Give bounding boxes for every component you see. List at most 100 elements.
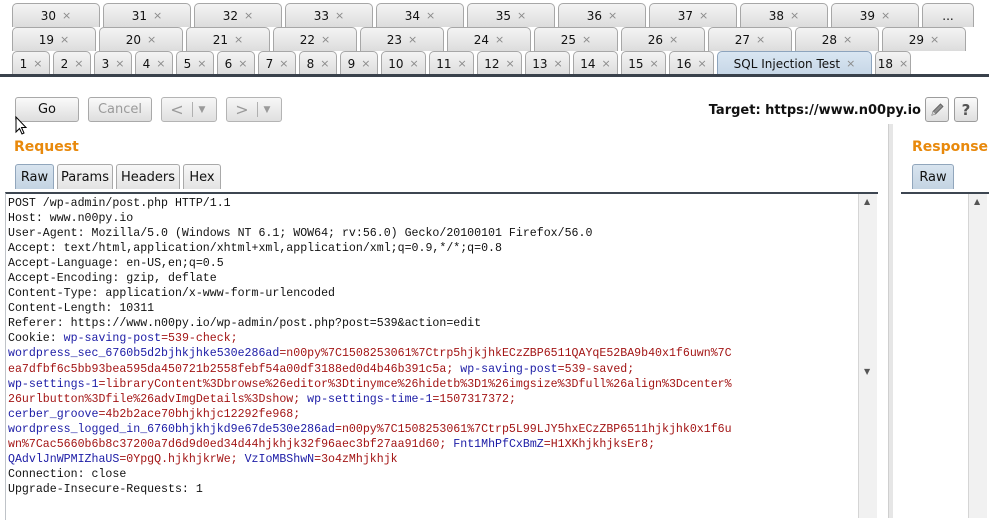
tab-13[interactable]: 13 ×: [525, 51, 570, 75]
tab-21[interactable]: 21 ×: [186, 27, 270, 51]
close-icon[interactable]: ×: [153, 9, 162, 22]
tab-label: 14: [580, 56, 596, 71]
tab-38[interactable]: 38 ×: [740, 3, 828, 27]
request-tab-headers[interactable]: Headers: [116, 164, 180, 189]
close-icon[interactable]: ×: [756, 33, 765, 46]
tab-29[interactable]: 29 ×: [882, 27, 966, 51]
tab-7[interactable]: 7 ×: [258, 51, 296, 75]
tab-19[interactable]: 19 ×: [12, 27, 96, 51]
help-button[interactable]: ?: [954, 97, 978, 122]
tab-30[interactable]: 30 ×: [12, 3, 100, 27]
tab-22[interactable]: 22 ×: [273, 27, 357, 51]
tab-3[interactable]: 3 ×: [94, 51, 132, 75]
close-icon[interactable]: ×: [582, 33, 591, 46]
tab-9[interactable]: 9 ×: [340, 51, 378, 75]
response-tab-raw[interactable]: Raw: [912, 164, 954, 189]
request-editor[interactable]: POST /wp-admin/post.php HTTP/1.1 Host: ww…: [5, 192, 878, 520]
close-icon[interactable]: ×: [669, 33, 678, 46]
close-icon[interactable]: ×: [408, 33, 417, 46]
close-icon[interactable]: ×: [554, 57, 563, 70]
tab-37[interactable]: 37 ×: [649, 3, 737, 27]
tab-4[interactable]: 4 ×: [135, 51, 173, 75]
close-icon[interactable]: ×: [156, 57, 165, 70]
forward-history-button[interactable]: > ▼: [226, 97, 282, 122]
tab-34[interactable]: 34 ×: [376, 3, 464, 27]
close-icon[interactable]: ×: [147, 33, 156, 46]
close-icon[interactable]: ×: [698, 57, 707, 70]
close-icon[interactable]: ×: [930, 33, 939, 46]
tab-27[interactable]: 27 ×: [708, 27, 792, 51]
tab-20[interactable]: 20 ×: [99, 27, 183, 51]
pane-splitter[interactable]: [888, 124, 893, 518]
close-icon[interactable]: ×: [602, 57, 611, 70]
chevron-down-icon[interactable]: ▼: [193, 105, 211, 115]
close-icon[interactable]: ×: [506, 57, 515, 70]
tab-28[interactable]: 28 ×: [795, 27, 879, 51]
close-icon[interactable]: ×: [321, 33, 330, 46]
close-icon[interactable]: ×: [62, 9, 71, 22]
tab-2[interactable]: 2 ×: [53, 51, 91, 75]
tab-33[interactable]: 33 ×: [285, 3, 373, 27]
close-icon[interactable]: ×: [335, 9, 344, 22]
tab-36[interactable]: 36 ×: [558, 3, 646, 27]
tab-24[interactable]: 24 ×: [447, 27, 531, 51]
tab-5[interactable]: 5 ×: [176, 51, 214, 75]
tab-sql-injection-test[interactable]: SQL Injection Test ×: [717, 51, 872, 75]
request-scrollbar[interactable]: ▲ ▼: [858, 194, 877, 518]
close-icon[interactable]: ×: [608, 9, 617, 22]
request-tab-params[interactable]: Params: [57, 164, 113, 189]
tab-32[interactable]: 32 ×: [194, 3, 282, 27]
close-icon[interactable]: ×: [458, 57, 467, 70]
close-icon[interactable]: ×: [74, 57, 83, 70]
scroll-down-icon[interactable]: ▼: [864, 367, 870, 376]
scroll-up-icon[interactable]: ▲: [864, 197, 870, 206]
close-icon[interactable]: ×: [33, 57, 42, 70]
tab-15[interactable]: 15 ×: [621, 51, 666, 75]
edit-target-button[interactable]: [925, 97, 949, 122]
close-icon[interactable]: ×: [495, 33, 504, 46]
tab-11[interactable]: 11 ×: [429, 51, 474, 75]
close-icon[interactable]: ×: [410, 57, 419, 70]
tab-39[interactable]: 39 ×: [831, 3, 919, 27]
close-icon[interactable]: ×: [517, 9, 526, 22]
close-icon[interactable]: ×: [650, 57, 659, 70]
scroll-up-icon[interactable]: ▲: [974, 197, 980, 206]
close-icon[interactable]: ×: [234, 33, 243, 46]
request-tab-hex[interactable]: Hex: [183, 164, 221, 189]
close-icon[interactable]: ×: [899, 57, 908, 70]
back-history-button[interactable]: < ▼: [161, 97, 217, 122]
close-icon[interactable]: ×: [320, 57, 329, 70]
tab-10[interactable]: 10 ×: [381, 51, 426, 75]
close-icon[interactable]: ×: [197, 57, 206, 70]
close-icon[interactable]: ×: [60, 33, 69, 46]
close-icon[interactable]: ×: [843, 33, 852, 46]
tab-25[interactable]: 25 ×: [534, 27, 618, 51]
tab-6[interactable]: 6 ×: [217, 51, 255, 75]
close-icon[interactable]: ×: [115, 57, 124, 70]
cancel-button[interactable]: Cancel: [88, 97, 152, 122]
tab-8[interactable]: 8 ×: [299, 51, 337, 75]
close-icon[interactable]: ×: [279, 57, 288, 70]
tab-14[interactable]: 14 ×: [573, 51, 618, 75]
tab-18[interactable]: 18 ×: [875, 51, 911, 75]
close-icon[interactable]: ×: [238, 57, 247, 70]
tab-1[interactable]: 1 ×: [12, 51, 50, 75]
tab-35[interactable]: 35 ×: [467, 3, 555, 27]
request-raw-text[interactable]: POST /wp-admin/post.php HTTP/1.1 Host: ww…: [6, 194, 878, 497]
request-tab-raw[interactable]: Raw: [15, 164, 54, 189]
close-icon[interactable]: ×: [699, 9, 708, 22]
tab-16[interactable]: 16 ×: [669, 51, 714, 75]
close-icon[interactable]: ×: [244, 9, 253, 22]
response-scrollbar[interactable]: ▲: [968, 194, 987, 518]
close-icon[interactable]: ×: [846, 57, 855, 70]
tab-23[interactable]: 23 ×: [360, 27, 444, 51]
tab-31[interactable]: 31 ×: [103, 3, 191, 27]
close-icon[interactable]: ×: [361, 57, 370, 70]
close-icon[interactable]: ×: [426, 9, 435, 22]
tab-26[interactable]: 26 ×: [621, 27, 705, 51]
close-icon[interactable]: ×: [790, 9, 799, 22]
tab--[interactable]: ...: [922, 3, 974, 27]
close-icon[interactable]: ×: [881, 9, 890, 22]
tab-12[interactable]: 12 ×: [477, 51, 522, 75]
chevron-down-icon[interactable]: ▼: [258, 105, 276, 115]
